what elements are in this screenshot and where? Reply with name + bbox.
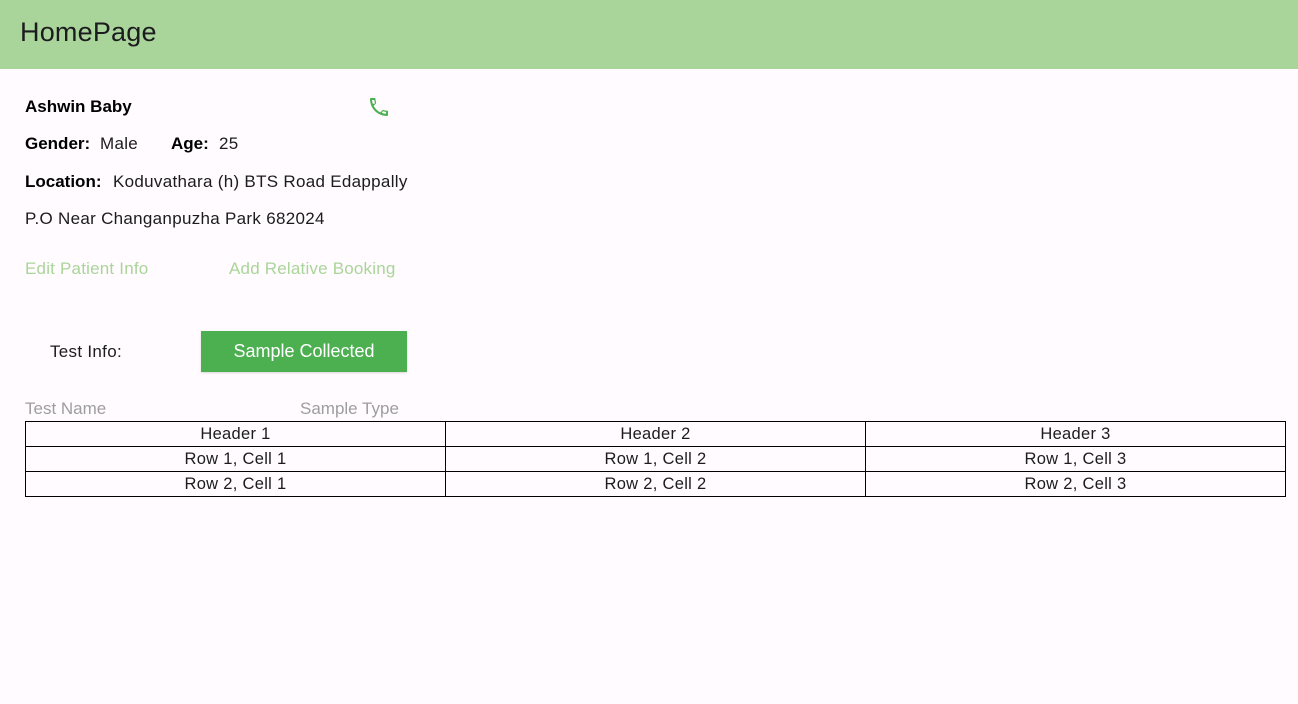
table-cell: Row 2, Cell 3 (865, 471, 1286, 497)
edit-patient-info-link[interactable]: Edit Patient Info (25, 259, 148, 279)
app-bar: HomePage (0, 0, 1298, 69)
gender-value: Male (100, 134, 139, 153)
age-label: Age: (171, 134, 209, 153)
location-label: Location: (25, 172, 102, 191)
table-header-row: Header 1 Header 2 Header 3 (25, 421, 1286, 447)
table-cell: Row 1, Cell 1 (25, 446, 446, 472)
location-line-2: P.O Near Changanpuzha Park 682024 (25, 209, 325, 228)
table-header-cell: Header 3 (865, 421, 1286, 447)
table-header-cell: Header 2 (445, 421, 866, 447)
table-row: Row 2, Cell 1 Row 2, Cell 2 Row 2, Cell … (25, 471, 1286, 497)
test-info-label: Test Info: (50, 342, 122, 361)
sample-collected-button[interactable]: Sample Collected (201, 331, 407, 372)
table-header-cell: Header 1 (25, 421, 446, 447)
table-row: Row 1, Cell 1 Row 1, Cell 2 Row 1, Cell … (25, 446, 1286, 472)
phone-icon[interactable] (367, 95, 391, 119)
table-cell: Row 2, Cell 2 (445, 471, 866, 497)
table-cell: Row 1, Cell 3 (865, 446, 1286, 472)
age-value: 25 (219, 134, 239, 153)
table-cell: Row 2, Cell 1 (25, 471, 446, 497)
location-line-1: Koduvathara (h) BTS Road Edappally (113, 172, 408, 191)
page-title: HomePage (20, 17, 157, 47)
test-name-header: Test Name (25, 399, 107, 418)
table-cell: Row 1, Cell 2 (445, 446, 866, 472)
sample-type-header: Sample Type (300, 399, 399, 418)
patient-name: Ashwin Baby (25, 97, 132, 116)
test-table: Header 1 Header 2 Header 3 Row 1, Cell 1… (25, 421, 1286, 497)
gender-label: Gender: (25, 134, 91, 153)
add-relative-booking-link[interactable]: Add Relative Booking (229, 259, 396, 279)
